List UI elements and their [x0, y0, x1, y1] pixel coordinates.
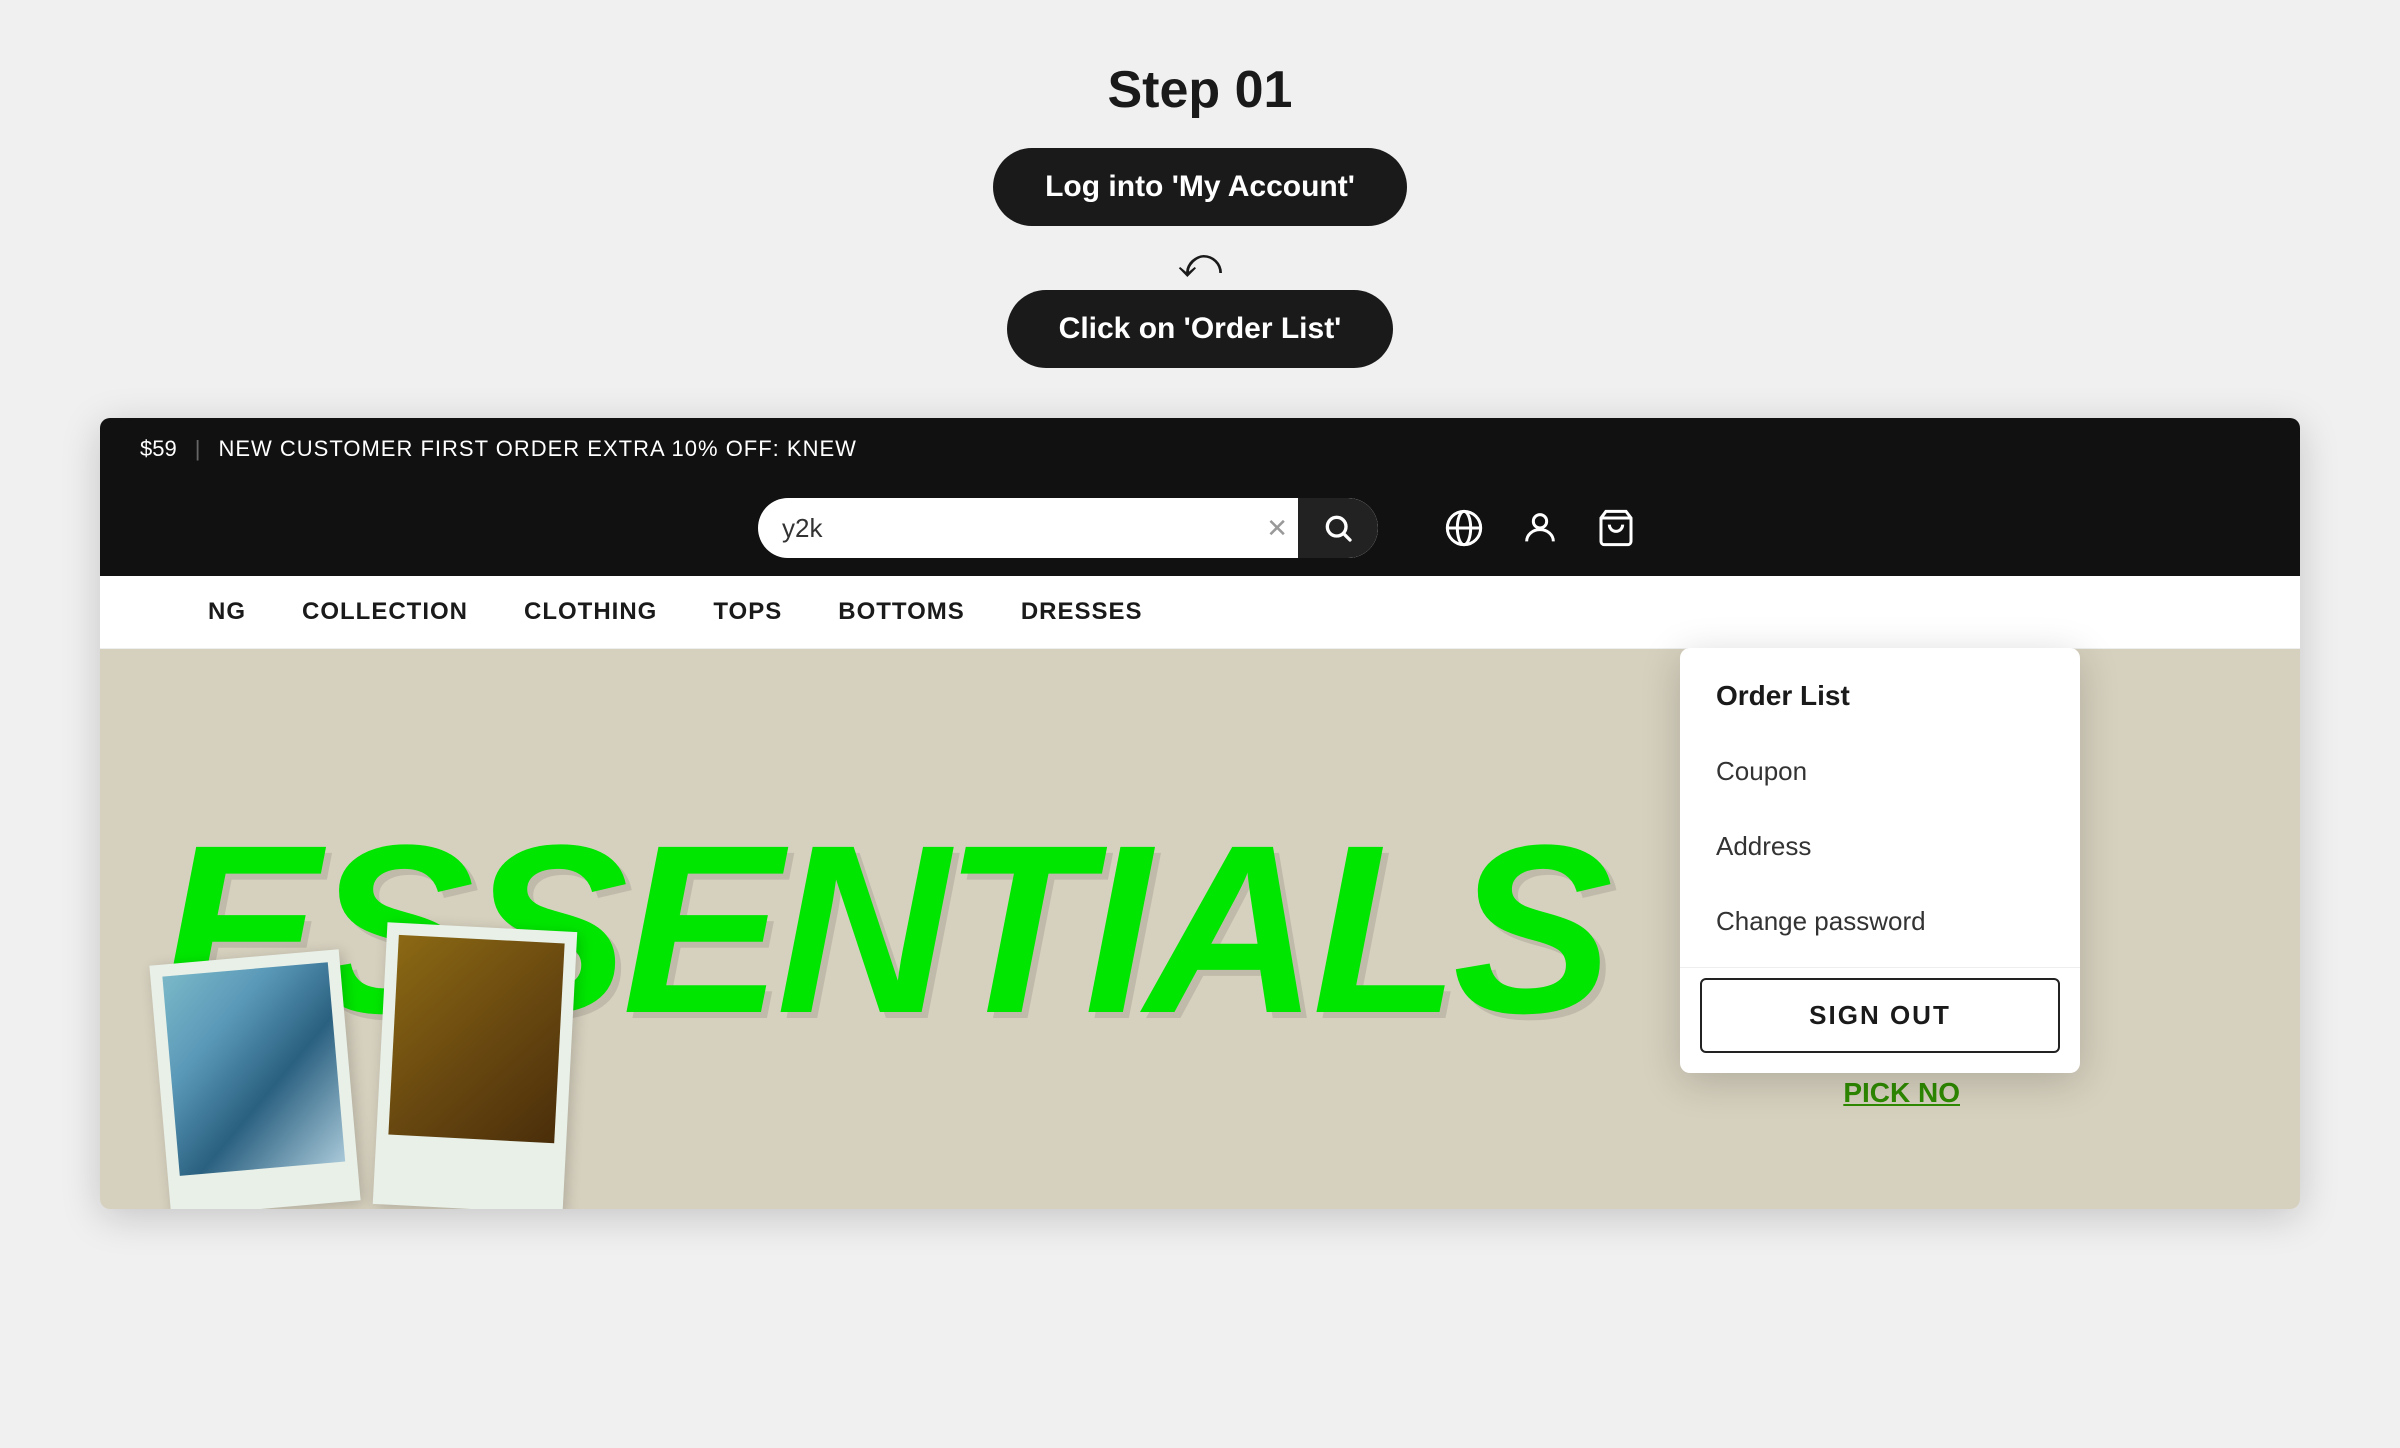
polaroid-1 [149, 949, 360, 1209]
dropdown-change-password[interactable]: Change password [1680, 884, 2080, 959]
search-icon [1322, 512, 1354, 544]
nav-item-bottoms[interactable]: BOTTOMS [810, 576, 993, 648]
promo-bar: $59 | NEW CUSTOMER FIRST ORDER EXTRA 10%… [100, 418, 2300, 480]
cart-icon [1596, 508, 1636, 548]
polaroid-image-1 [162, 962, 345, 1176]
header-icons [1438, 502, 1642, 554]
signout-button[interactable]: SIGN OUT [1700, 978, 2060, 1053]
login-button[interactable]: Log into 'My Account' [993, 148, 1407, 226]
topbar-price: $59 [140, 436, 177, 462]
account-button[interactable] [1514, 502, 1566, 554]
step-section: Step 01 Log into 'My Account' ⤺ Click on… [993, 60, 1407, 378]
cart-button[interactable] [1590, 502, 1642, 554]
site-header: ✕ [100, 480, 2300, 576]
account-dropdown: Order List Coupon Address Change passwor… [1680, 648, 2080, 1073]
topbar-divider: | [195, 436, 201, 462]
search-bar: ✕ [758, 498, 1378, 558]
search-clear-button[interactable]: ✕ [1256, 513, 1298, 544]
browser-window: $59 | NEW CUSTOMER FIRST ORDER EXTRA 10%… [100, 418, 2300, 1209]
nav-item-clothing[interactable]: CLOTHING [496, 576, 685, 648]
user-icon [1520, 508, 1560, 548]
hero-photos [160, 957, 570, 1209]
dropdown-address[interactable]: Address [1680, 809, 2080, 884]
search-submit-button[interactable] [1298, 498, 1378, 558]
dropdown-order-list[interactable]: Order List [1680, 658, 2080, 734]
nav-item-dresses[interactable]: DRESSES [993, 576, 1171, 648]
nav-item-ng[interactable]: NG [180, 576, 274, 648]
dropdown-coupon[interactable]: Coupon [1680, 734, 2080, 809]
pick-now-link[interactable]: PICK NO [1843, 1077, 1960, 1109]
dropdown-divider [1680, 967, 2080, 968]
search-input[interactable] [758, 499, 1256, 558]
globe-icon [1444, 508, 1484, 548]
polaroid-image-2 [388, 935, 564, 1143]
site-nav: NG COLLECTION CLOTHING TOPS BOTTOMS DRES… [100, 576, 2300, 649]
order-list-button[interactable]: Click on 'Order List' [1007, 290, 1394, 368]
globe-button[interactable] [1438, 502, 1490, 554]
step-title: Step 01 [1108, 60, 1293, 120]
polaroid-2 [373, 922, 577, 1209]
topbar-promo: NEW CUSTOMER FIRST ORDER EXTRA 10% OFF: … [218, 436, 856, 462]
clear-icon: ✕ [1266, 513, 1288, 544]
chevron-icon: ⤺ [1178, 242, 1223, 284]
nav-item-collection[interactable]: COLLECTION [274, 576, 496, 648]
nav-item-tops[interactable]: TOPS [685, 576, 810, 648]
